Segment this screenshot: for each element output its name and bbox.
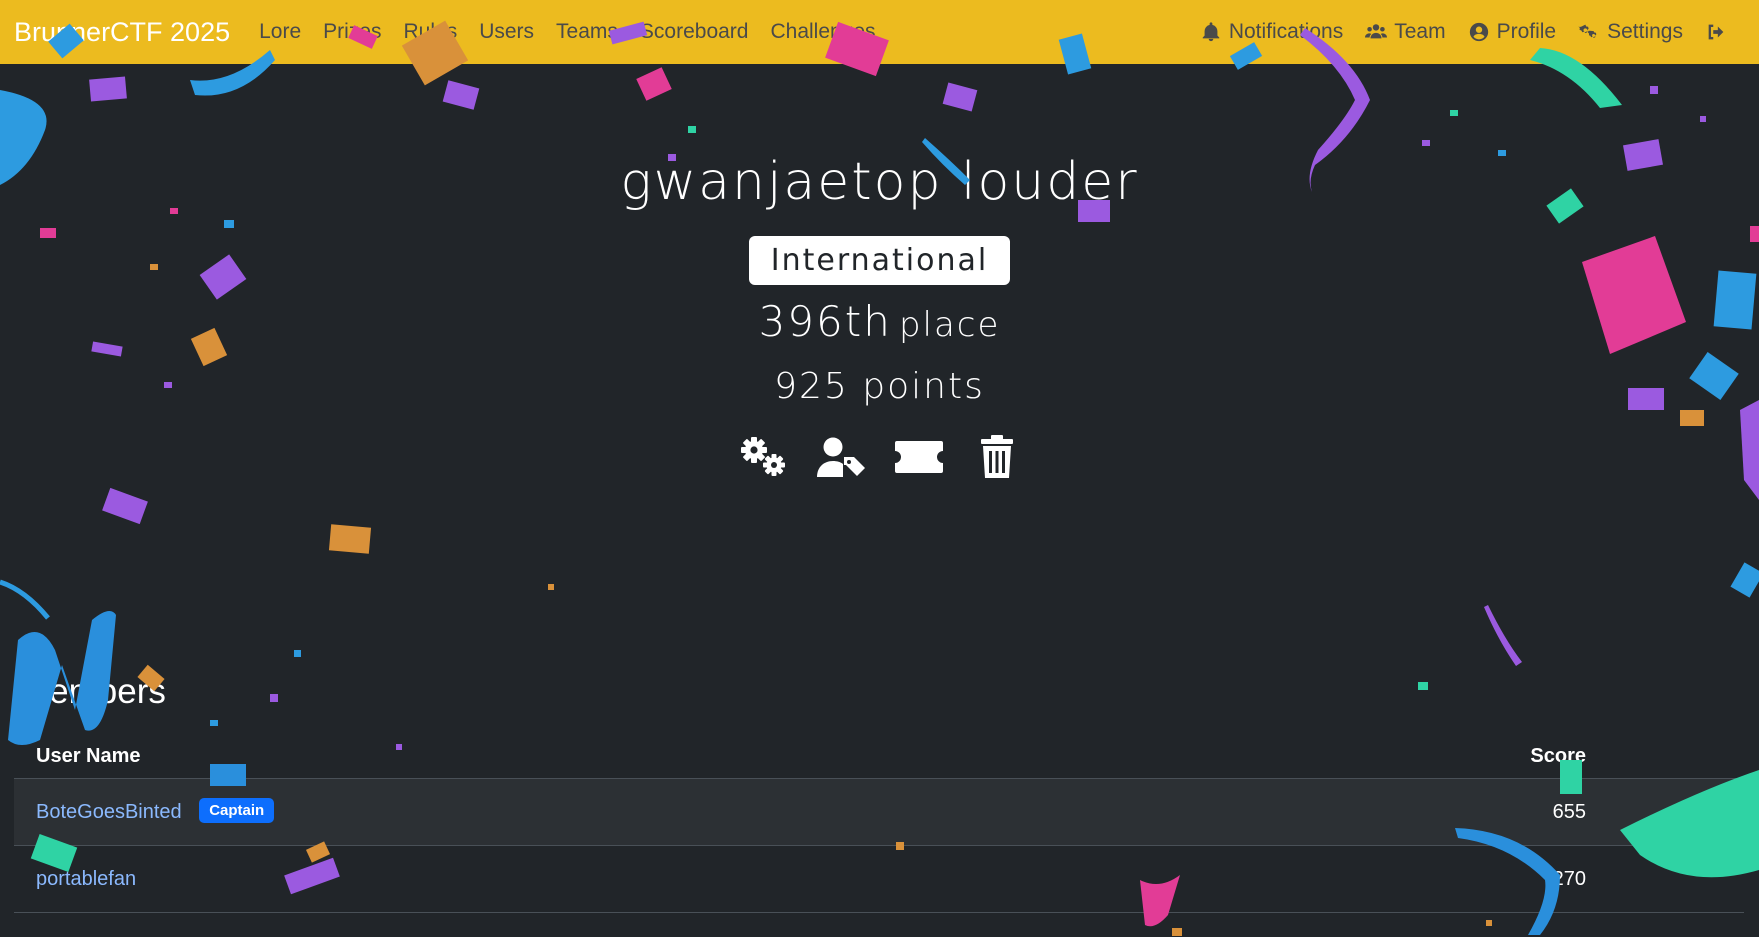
team-actions	[0, 434, 1759, 480]
member-score: 270	[956, 845, 1744, 913]
nav-team[interactable]: Team	[1365, 20, 1446, 44]
nav-logout[interactable]	[1705, 21, 1734, 43]
team-place: 396th place	[0, 297, 1759, 356]
member-score: 655	[956, 778, 1744, 846]
confetti-piece	[942, 82, 978, 112]
confetti-piece	[1700, 116, 1706, 122]
users-icon	[1365, 21, 1388, 43]
members-table-header: User Name Score	[14, 734, 1744, 779]
confetti-piece	[1418, 682, 1428, 690]
nav-profile-label: Profile	[1496, 20, 1557, 43]
nav-settings-label: Settings	[1607, 20, 1683, 43]
confetti-piece	[294, 650, 301, 657]
nav-lore[interactable]: Lore	[259, 20, 301, 44]
team-place-number: 396th	[758, 297, 892, 346]
member-link[interactable]: portablefan	[36, 868, 136, 890]
nav-settings[interactable]: Settings	[1578, 20, 1683, 44]
nav-rules[interactable]: Rules	[404, 20, 458, 44]
confetti-piece	[0, 579, 50, 620]
nav-user-links: Notifications Team Profile Settings	[1189, 20, 1745, 44]
nav-teams[interactable]: Teams	[556, 20, 618, 44]
confetti-piece	[1450, 110, 1458, 116]
nav-users[interactable]: Users	[479, 20, 534, 44]
table-row: BoteGoesBinted Captain 655	[14, 778, 1744, 846]
team-header: gwanjaetop louder International 396th pl…	[0, 140, 1759, 480]
logout-icon	[1705, 21, 1727, 43]
member-link[interactable]: BoteGoesBinted	[36, 800, 182, 822]
top-navbar: BrunnerCTF 2025 Lore Prizes Rules Users …	[0, 0, 1759, 64]
confetti-piece	[636, 67, 672, 101]
nav-challenges[interactable]: Challenges	[770, 20, 875, 44]
confetti-piece	[1730, 562, 1759, 598]
members-heading: Members	[20, 672, 166, 711]
confetti-piece	[328, 524, 372, 554]
members-table: User Name Score BoteGoesBinted Captain 6…	[14, 734, 1744, 913]
confetti-piece	[1484, 605, 1522, 666]
confetti-piece	[1650, 86, 1658, 94]
confetti-piece	[1172, 928, 1182, 936]
bell-icon	[1200, 21, 1222, 43]
team-place-word: place	[898, 305, 1001, 345]
confetti-piece	[442, 80, 480, 110]
brand-logo[interactable]: BrunnerCTF 2025	[14, 17, 230, 48]
nav-profile[interactable]: Profile	[1468, 20, 1557, 44]
column-score: Score	[956, 734, 1744, 779]
confetti-piece	[89, 76, 127, 102]
confetti-piece	[102, 487, 148, 525]
nav-notifications-label: Notifications	[1228, 20, 1344, 43]
user-circle-icon	[1468, 21, 1490, 43]
confetti-piece	[688, 126, 696, 133]
confetti-piece	[548, 584, 554, 590]
confetti-piece	[270, 694, 278, 702]
member-name-cell: portablefan	[14, 845, 957, 913]
nav-scoreboard[interactable]: Scoreboard	[640, 20, 749, 44]
gears-icon	[1578, 21, 1600, 43]
nav-main-links: Lore Prizes Rules Users Teams Scoreboard…	[248, 20, 886, 44]
trash-icon[interactable]	[971, 434, 1023, 480]
nav-notifications[interactable]: Notifications	[1200, 20, 1343, 44]
table-row: portablefan 270	[14, 845, 1744, 913]
team-name: gwanjaetop louder	[620, 152, 1139, 212]
ticket-icon[interactable]	[893, 434, 945, 480]
member-name-cell: BoteGoesBinted Captain	[14, 778, 957, 846]
settings-gears-icon[interactable]	[737, 434, 789, 480]
user-tag-icon[interactable]	[815, 434, 867, 480]
confetti-piece	[210, 720, 218, 726]
nav-prizes[interactable]: Prizes	[323, 20, 381, 44]
column-user-name: User Name	[14, 734, 957, 779]
captain-badge: Captain	[199, 797, 275, 823]
team-affiliation-badge: International	[748, 236, 1011, 285]
team-points: 925 points	[774, 366, 985, 407]
confetti-piece	[1486, 920, 1492, 926]
nav-team-label: Team	[1394, 20, 1446, 43]
